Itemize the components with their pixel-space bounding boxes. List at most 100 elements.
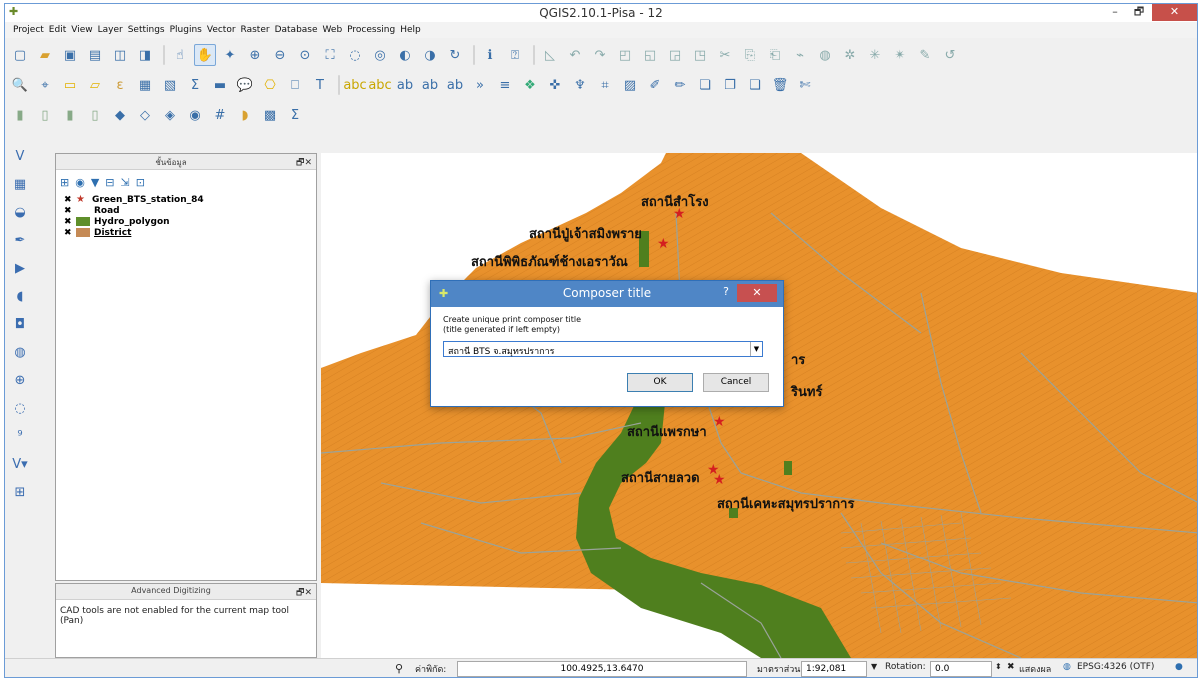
layer-copy-icon[interactable]: ❏ bbox=[694, 74, 716, 96]
sum-icon[interactable]: Σ bbox=[184, 74, 206, 96]
layer-style-icon[interactable]: ❑ bbox=[744, 74, 766, 96]
digitize-icon[interactable]: ◺ bbox=[539, 44, 561, 66]
layer-item-district[interactable]: ✖ District bbox=[64, 227, 316, 238]
add-ring-icon[interactable]: ◍ bbox=[814, 44, 836, 66]
pan-icon[interactable]: ✋ bbox=[194, 44, 216, 66]
save-project-icon[interactable]: ▣ bbox=[59, 44, 81, 66]
rotation-field[interactable]: 0.0 bbox=[930, 661, 992, 677]
close-window-button[interactable]: ✕ bbox=[1152, 4, 1197, 21]
touch-zoom-icon[interactable]: ☝ bbox=[169, 44, 191, 66]
menu-raster[interactable]: Raster bbox=[241, 22, 275, 38]
add-raster-layer-icon[interactable]: ▯ bbox=[34, 104, 56, 126]
add-delimited-layer-icon[interactable]: ⁹ bbox=[9, 426, 31, 448]
layer-checkbox[interactable]: ✖ bbox=[64, 195, 76, 205]
redo-icon[interactable]: ↷ bbox=[589, 44, 611, 66]
csv-icon[interactable]: ≡ bbox=[494, 74, 516, 96]
dialog-close-button[interactable]: ✕ bbox=[737, 284, 777, 302]
menu-vector[interactable]: Vector bbox=[207, 22, 241, 38]
zoom-native-icon[interactable]: ⊙ bbox=[294, 44, 316, 66]
pencil-icon[interactable]: ✏ bbox=[669, 74, 691, 96]
menu-edit[interactable]: Edit bbox=[49, 22, 71, 38]
layer-checkbox[interactable]: ✖ bbox=[64, 228, 76, 238]
menu-web[interactable]: Web bbox=[323, 22, 348, 38]
refresh-icon[interactable]: ↻ bbox=[444, 44, 466, 66]
zoom-last-icon[interactable]: ◐ bbox=[394, 44, 416, 66]
select-icon[interactable]: ⌖ bbox=[34, 74, 56, 96]
new-composer-icon[interactable]: ◫ bbox=[109, 44, 131, 66]
deselect-icon[interactable]: ▱ bbox=[84, 74, 106, 96]
composer-title-input[interactable]: สถานี BTS จ.สมุทรปราการ ▼ bbox=[443, 341, 763, 357]
layer-item-road[interactable]: ✖ Road bbox=[64, 205, 316, 216]
delete-selected-icon[interactable]: ◳ bbox=[689, 44, 711, 66]
copy-features-icon[interactable]: ⎘ bbox=[739, 44, 761, 66]
composer-manager-icon[interactable]: ◨ bbox=[134, 44, 156, 66]
add-raster-icon[interactable]: ▦ bbox=[9, 174, 31, 196]
add-feature-icon[interactable]: ◰ bbox=[614, 44, 636, 66]
move-feature-icon[interactable]: ◱ bbox=[639, 44, 661, 66]
add-group-icon[interactable]: ⊞ bbox=[60, 176, 69, 189]
crs-status[interactable]: EPSG:4326 (OTF) bbox=[1077, 662, 1154, 672]
virtual-layer-icon[interactable]: Σ bbox=[284, 104, 306, 126]
identify-icon[interactable]: ℹ bbox=[479, 44, 501, 66]
python-icon[interactable]: ❖ bbox=[519, 74, 541, 96]
simplify-icon[interactable]: ⌁ bbox=[789, 44, 811, 66]
zoom-next-icon[interactable]: ◑ bbox=[419, 44, 441, 66]
zoom-out-icon[interactable]: ⊖ bbox=[269, 44, 291, 66]
reshape-icon[interactable]: ✎ bbox=[914, 44, 936, 66]
expand-all-icon[interactable]: ⇲ bbox=[121, 176, 130, 189]
label-layer-icon[interactable]: abc bbox=[343, 74, 366, 96]
add-wfs-icon[interactable]: ◗ bbox=[234, 104, 256, 126]
coordinate-toggle-icon[interactable]: ⚲ bbox=[395, 662, 403, 675]
collapse-all-icon[interactable]: ⊡ bbox=[136, 176, 145, 189]
map-swipe-icon[interactable]: ▨ bbox=[619, 74, 641, 96]
menu-database[interactable]: Database bbox=[275, 22, 323, 38]
add-oracle-icon[interactable]: ◇ bbox=[134, 104, 156, 126]
map-tips-icon[interactable]: 💬 bbox=[234, 74, 256, 96]
split-icon[interactable]: ✄ bbox=[794, 74, 816, 96]
new-bookmark-icon[interactable]: ⎔ bbox=[259, 74, 281, 96]
gps-icon[interactable]: ♆ bbox=[569, 74, 591, 96]
menu-settings[interactable]: Settings bbox=[128, 22, 170, 38]
menu-view[interactable]: View bbox=[71, 22, 97, 38]
select-rectangle-icon[interactable]: ▭ bbox=[59, 74, 81, 96]
layer-item-hydro-polygon[interactable]: ✖ Hydro_polygon bbox=[64, 216, 316, 227]
whats-this-icon[interactable]: ⍰ bbox=[504, 44, 526, 66]
node-tool-icon[interactable]: ◲ bbox=[664, 44, 686, 66]
measure-icon[interactable]: ▬ bbox=[209, 74, 231, 96]
delete-ring-icon[interactable]: ✴ bbox=[889, 44, 911, 66]
add-vector-icon[interactable]: V bbox=[9, 146, 31, 168]
add-wms-icon[interactable]: ◈ bbox=[159, 104, 181, 126]
add-grid-icon[interactable]: # bbox=[209, 104, 231, 126]
add-spatialite-icon[interactable]: ▯ bbox=[84, 104, 106, 126]
delete-layer-icon[interactable]: 🗑 bbox=[769, 74, 791, 96]
menu-processing[interactable]: Processing bbox=[347, 22, 400, 38]
scale-field[interactable]: 1:92,081 bbox=[801, 661, 867, 677]
minimize-button[interactable]: – bbox=[1103, 4, 1127, 21]
add-postgis-icon[interactable]: ▮ bbox=[59, 104, 81, 126]
coord-capture-icon[interactable]: ⌗ bbox=[594, 74, 616, 96]
show-bookmarks-icon[interactable]: ⎕ bbox=[284, 74, 306, 96]
coordinate-field[interactable]: 100.4925,13.6470 bbox=[457, 661, 747, 677]
add-wms-layer-icon[interactable]: ◍ bbox=[9, 342, 31, 364]
more-tools-icon[interactable]: » bbox=[469, 74, 491, 96]
layer-checkbox[interactable]: ✖ bbox=[64, 217, 76, 227]
save-as-icon[interactable]: ▤ bbox=[84, 44, 106, 66]
add-wcs-icon[interactable]: ◉ bbox=[184, 104, 206, 126]
menu-project[interactable]: Project bbox=[13, 22, 49, 38]
rotation-spinner-icon[interactable]: ⬍ bbox=[995, 662, 1002, 671]
add-wcs-layer-icon[interactable]: ⊕ bbox=[9, 370, 31, 392]
add-postgis-layer-icon[interactable]: ◒ bbox=[9, 202, 31, 224]
field-calculator-icon[interactable]: ε bbox=[109, 74, 131, 96]
add-mssql-layer-icon[interactable]: ▶ bbox=[9, 258, 31, 280]
add-spatialite-layer-icon[interactable]: ✒ bbox=[9, 230, 31, 252]
menu-plugins[interactable]: Plugins bbox=[170, 22, 207, 38]
offset-curve-icon[interactable]: ↺ bbox=[939, 44, 961, 66]
pin-label-icon[interactable]: ab bbox=[394, 74, 416, 96]
messages-icon[interactable]: ● bbox=[1175, 662, 1183, 672]
add-wfs-layer-icon[interactable]: ◌ bbox=[9, 398, 31, 420]
add-part-icon[interactable]: ✲ bbox=[839, 44, 861, 66]
layer-item-green-bts-station[interactable]: ✖ ★ Green_BTS_station_84 bbox=[64, 194, 316, 205]
zoom-layer-icon[interactable]: ◎ bbox=[369, 44, 391, 66]
filter-icon[interactable]: ▼ bbox=[91, 176, 99, 189]
add-oracle-layer-icon[interactable]: ◖ bbox=[9, 286, 31, 308]
